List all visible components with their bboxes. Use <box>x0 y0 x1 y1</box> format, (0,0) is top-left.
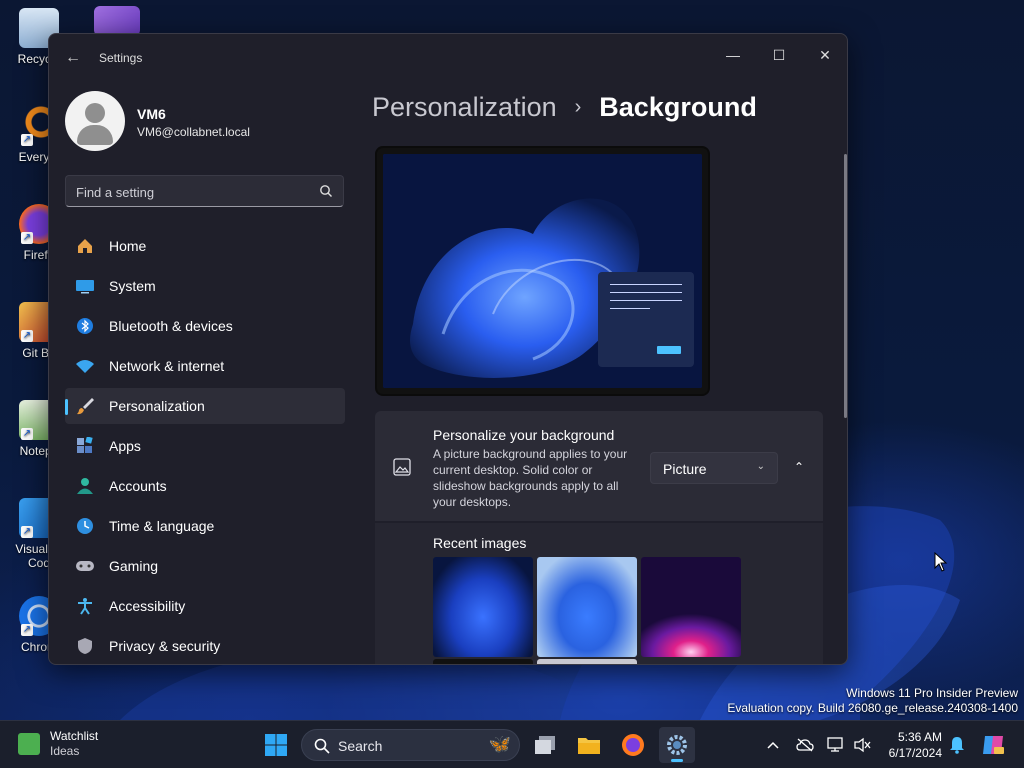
close-button[interactable]: ✕ <box>803 40 847 70</box>
taskbar: Watchlist Ideas Search 🦋 5:36 AM 6/17/20… <box>0 720 1024 768</box>
minimize-button[interactable]: — <box>711 40 755 70</box>
breadcrumb-parent[interactable]: Personalization <box>372 92 557 123</box>
settings-taskbar-button[interactable] <box>659 727 695 763</box>
time-language-icon <box>75 516 95 536</box>
title-bar: ← Settings — ☐ ✕ <box>49 34 847 82</box>
cloud-offline-icon <box>796 738 814 752</box>
back-button[interactable]: ← <box>63 48 83 68</box>
bell-icon <box>950 737 964 754</box>
search-input[interactable] <box>76 182 306 202</box>
system-icon <box>75 276 95 296</box>
preview-window-icon <box>598 272 694 367</box>
brush-icon <box>75 396 95 416</box>
apps-icon <box>75 436 95 456</box>
monitor-network-icon <box>827 737 843 752</box>
settings-search[interactable] <box>65 175 344 207</box>
visual-studio-icon <box>94 6 140 36</box>
firefox-icon <box>622 734 644 756</box>
card-description: A picture background applies to your cur… <box>433 447 628 509</box>
show-hidden-icons-button[interactable] <box>763 735 783 755</box>
recent-image-3[interactable] <box>641 557 741 657</box>
copilot-button[interactable] <box>980 735 1006 755</box>
windows-watermark: Windows 11 Pro Insider Preview Evaluatio… <box>727 686 1018 715</box>
avatar[interactable] <box>65 91 125 151</box>
windows-logo-icon <box>265 734 287 756</box>
settings-window: ← Settings — ☐ ✕ VM6 VM6@collabnet.local… <box>48 33 848 665</box>
network-icon <box>75 356 95 376</box>
file-explorer-button[interactable] <box>571 727 607 763</box>
recent-images-section: Recent images <box>375 523 823 664</box>
task-view-icon <box>535 736 555 754</box>
shield-icon <box>75 636 95 656</box>
sidebar-item-home[interactable]: Home <box>65 228 345 264</box>
sidebar-item-system[interactable]: System <box>65 268 345 304</box>
gaming-icon <box>75 556 95 576</box>
start-button[interactable] <box>258 727 294 763</box>
recent-image-1[interactable] <box>433 557 533 657</box>
profile-name: VM6 <box>137 106 166 122</box>
taskbar-search[interactable]: Search 🦋 <box>301 729 520 761</box>
personalize-background-card: Personalize your background A picture ba… <box>375 411 823 521</box>
sidebar-item-gaming[interactable]: Gaming <box>65 548 345 584</box>
sidebar-item-personalization[interactable]: Personalization <box>65 388 345 424</box>
picture-icon <box>393 458 411 476</box>
widgets-button[interactable]: Watchlist Ideas <box>18 729 98 759</box>
profile-email: VM6@collabnet.local <box>137 125 250 139</box>
sidebar-item-time-language[interactable]: Time & language <box>65 508 345 544</box>
copilot-icon <box>983 736 1004 754</box>
card-title: Personalize your background <box>433 427 615 443</box>
notifications-button[interactable] <box>947 735 967 755</box>
speaker-muted-icon <box>854 737 871 753</box>
accessibility-icon <box>75 596 95 616</box>
accounts-icon <box>75 476 95 496</box>
chevron-right-icon: › <box>574 96 582 118</box>
background-preview <box>375 146 710 396</box>
task-view-button[interactable] <box>527 727 563 763</box>
mouse-cursor-icon <box>934 552 948 572</box>
recent-image-4[interactable] <box>433 659 533 664</box>
search-icon <box>320 185 332 197</box>
search-highlight-icon: 🦋 <box>488 734 511 754</box>
maximize-button[interactable]: ☐ <box>757 40 801 70</box>
avatar-body-icon <box>77 125 113 145</box>
content-scrollbar[interactable] <box>844 154 847 418</box>
sidebar-item-accounts[interactable]: Accounts <box>65 468 345 504</box>
dropdown-value: Picture <box>663 461 707 477</box>
recent-image-5[interactable] <box>537 659 637 664</box>
home-icon <box>75 236 95 256</box>
collapse-button[interactable]: ⌃ <box>787 455 811 479</box>
background-type-dropdown[interactable]: Picture ⌄ <box>650 452 778 484</box>
recent-image-2[interactable] <box>537 557 637 657</box>
recent-images-title: Recent images <box>433 535 527 551</box>
network-tray-button[interactable] <box>826 735 846 755</box>
sidebar-item-apps[interactable]: Apps <box>65 428 345 464</box>
sidebar-nav: Home System Bluetooth & devices Network … <box>65 228 345 664</box>
search-icon <box>314 738 330 754</box>
gear-icon <box>667 735 687 755</box>
onedrive-tray-button[interactable] <box>795 735 815 755</box>
watchlist-icon <box>18 733 40 755</box>
chevron-down-icon: ⌄ <box>756 461 765 472</box>
sidebar-item-privacy-security[interactable]: Privacy & security <box>65 628 345 664</box>
sidebar-item-accessibility[interactable]: Accessibility <box>65 588 345 624</box>
avatar-head-icon <box>85 103 105 123</box>
taskbar-clock[interactable]: 5:36 AM 6/17/2024 <box>880 729 942 761</box>
chevron-up-icon <box>767 741 779 749</box>
volume-tray-button[interactable] <box>852 735 872 755</box>
page-title: Background <box>599 92 757 122</box>
folder-icon <box>578 738 600 754</box>
app-title: Settings <box>99 51 143 65</box>
sidebar-item-bluetooth[interactable]: Bluetooth & devices <box>65 308 345 344</box>
firefox-taskbar-button[interactable] <box>615 727 651 763</box>
bluetooth-icon <box>75 316 95 336</box>
breadcrumb: Personalization › Background <box>372 92 757 123</box>
sidebar-item-network[interactable]: Network & internet <box>65 348 345 384</box>
